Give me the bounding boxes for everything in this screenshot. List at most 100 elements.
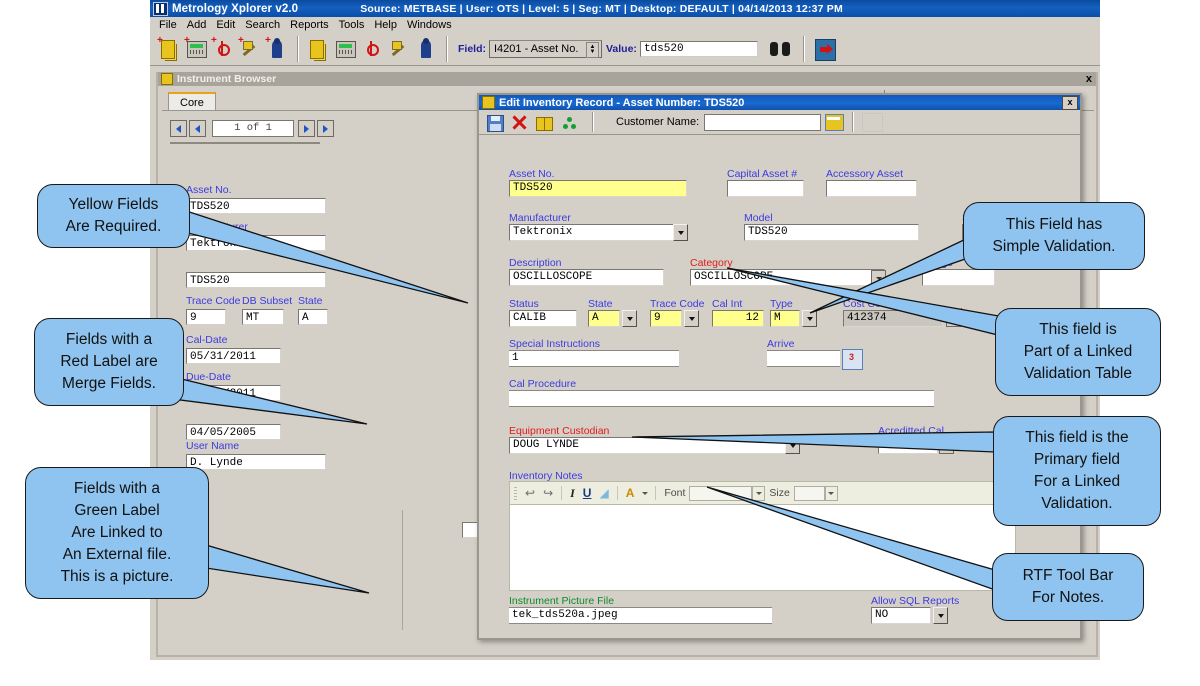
- app-title: Metrology Xplorer v2.0: [172, 3, 298, 15]
- menu-add[interactable]: Add: [182, 19, 212, 31]
- input-state[interactable]: A: [588, 310, 620, 327]
- input-category[interactable]: OSCILLOSCOPE: [690, 269, 885, 286]
- font-dropdown-icon[interactable]: [752, 486, 765, 501]
- main-toolbar: + + + + + Field: I4201 - Asset No. ▲▼ Va…: [150, 33, 1100, 66]
- input-instrument-picture-file[interactable]: tek_tds520a.jpeg: [509, 607, 772, 624]
- tab-core[interactable]: Core: [168, 92, 216, 111]
- inventory-notes-editor[interactable]: [509, 505, 1016, 591]
- input-cal-int[interactable]: 12: [712, 310, 764, 327]
- input-type[interactable]: M: [770, 310, 800, 327]
- underline-icon[interactable]: U: [583, 486, 592, 500]
- custodian-dropdown-icon[interactable]: [785, 437, 800, 454]
- field-selector-spinner[interactable]: ▲▼: [586, 42, 599, 58]
- input-trace-code[interactable]: 9: [650, 310, 682, 327]
- save-disk-icon[interactable]: [484, 113, 505, 132]
- open-folder-icon[interactable]: [825, 114, 844, 131]
- size-dropdown-icon[interactable]: [825, 486, 838, 501]
- browser-input-in-date[interactable]: 04/05/2005: [186, 424, 281, 440]
- field-selector[interactable]: I4201 - Asset No. ▲▼: [489, 40, 602, 58]
- accredited-cal-dropdown-icon[interactable]: [939, 438, 954, 454]
- allow-sql-dropdown-icon[interactable]: [933, 607, 948, 624]
- browser-input-manufacturer[interactable]: Tektronix: [186, 235, 326, 251]
- browser-input-asset-no[interactable]: TDS520: [186, 198, 326, 214]
- menu-windows[interactable]: Windows: [402, 19, 457, 31]
- browser-input-cal-date[interactable]: 05/31/2011: [186, 348, 281, 364]
- input-status[interactable]: CALIB: [509, 310, 577, 327]
- menubar: File Add Edit Search Reports Tools Help …: [150, 17, 1100, 33]
- binoculars-icon[interactable]: [768, 36, 796, 62]
- input-accredited-cal[interactable]: [878, 437, 938, 454]
- wrench-add-icon[interactable]: +: [238, 36, 263, 62]
- font-input[interactable]: [689, 486, 752, 501]
- nav-last-button[interactable]: [317, 120, 334, 137]
- erase-format-icon[interactable]: ◢: [599, 486, 608, 500]
- meter-edit-icon[interactable]: [333, 36, 358, 62]
- menu-help[interactable]: Help: [369, 19, 402, 31]
- category-dropdown-icon[interactable]: [871, 270, 886, 286]
- undo-icon[interactable]: ↩: [525, 486, 535, 500]
- rtf-drag-handle[interactable]: [514, 487, 517, 500]
- manufacturer-dropdown-icon[interactable]: [673, 224, 688, 241]
- target-edit-icon[interactable]: [360, 36, 385, 62]
- book-add-icon[interactable]: +: [157, 36, 182, 62]
- input-allow-sql-reports[interactable]: NO: [871, 607, 931, 624]
- wrench-edit-icon[interactable]: [387, 36, 412, 62]
- menu-search[interactable]: Search: [240, 19, 285, 31]
- nav-first-button[interactable]: [170, 120, 187, 137]
- person-add-icon[interactable]: +: [265, 36, 290, 62]
- font-color-dropdown-icon[interactable]: [638, 486, 651, 501]
- label-category: Category: [690, 257, 733, 269]
- cost-center-dropdown-icon[interactable]: [946, 311, 961, 327]
- disabled-button-icon: [862, 113, 883, 132]
- browser-input-user-name[interactable]: D. Lynde: [186, 454, 326, 470]
- book-edit-icon[interactable]: [306, 36, 331, 62]
- copy-records-icon[interactable]: [534, 113, 555, 132]
- green-nodes-icon[interactable]: [559, 113, 580, 132]
- browser-close-icon[interactable]: x: [1086, 73, 1092, 85]
- callout-yellow-required: Yellow FieldsAre Required.: [37, 184, 190, 248]
- label-type: Type: [770, 298, 793, 310]
- menu-tools[interactable]: Tools: [334, 19, 370, 31]
- meter-add-icon[interactable]: +: [184, 36, 209, 62]
- nav-prev-button[interactable]: [189, 120, 206, 137]
- browser-input-state[interactable]: A: [298, 309, 328, 325]
- exit-door-icon[interactable]: [812, 36, 837, 62]
- browser-input-model[interactable]: TDS520: [186, 272, 326, 288]
- nav-next-button[interactable]: [298, 120, 315, 137]
- target-add-icon[interactable]: +: [211, 36, 236, 62]
- input-model[interactable]: TDS520: [744, 224, 919, 241]
- redo-icon[interactable]: ↪: [543, 486, 553, 500]
- dialog-close-button[interactable]: x: [1062, 96, 1078, 110]
- input-manufacturer[interactable]: Tektronix: [509, 224, 687, 241]
- toolbar-divider-2: [446, 36, 448, 62]
- person-edit-icon[interactable]: [414, 36, 439, 62]
- input-asset-no[interactable]: TDS520: [509, 180, 687, 197]
- browser-input-trace-code[interactable]: 9: [186, 309, 226, 325]
- input-accessory-asset[interactable]: [826, 180, 917, 197]
- input-special-instructions[interactable]: 1: [509, 350, 679, 367]
- value-input[interactable]: tds520: [640, 41, 758, 57]
- input-capital-asset[interactable]: [727, 180, 804, 197]
- input-cost-center[interactable]: 412374: [843, 310, 943, 327]
- browser-input-db-subset[interactable]: MT: [242, 309, 284, 325]
- input-range[interactable]: [922, 269, 995, 286]
- input-equipment-custodian[interactable]: DOUG LYNDE: [509, 437, 799, 454]
- font-color-icon[interactable]: A: [626, 486, 635, 500]
- input-arrive[interactable]: [767, 350, 840, 367]
- input-description[interactable]: OSCILLOSCOPE: [509, 269, 664, 286]
- italic-icon[interactable]: I: [570, 486, 575, 501]
- type-dropdown-icon[interactable]: [802, 310, 817, 327]
- browser-input-due-date[interactable]: 05/31/2011: [186, 385, 281, 401]
- customer-name-input[interactable]: [704, 114, 821, 131]
- menu-reports[interactable]: Reports: [285, 19, 334, 31]
- trace-code-dropdown-icon[interactable]: [684, 310, 699, 327]
- size-input[interactable]: [794, 486, 825, 501]
- rtf-divider-1: [561, 486, 562, 500]
- field-selector-value: I4201 - Asset No.: [494, 43, 578, 55]
- input-cal-procedure[interactable]: [509, 390, 934, 407]
- calendar-picker-icon[interactable]: [842, 349, 863, 370]
- state-dropdown-icon[interactable]: [622, 310, 637, 327]
- delete-x-icon[interactable]: [509, 113, 530, 132]
- menu-edit[interactable]: Edit: [211, 19, 240, 31]
- menu-file[interactable]: File: [154, 19, 182, 31]
